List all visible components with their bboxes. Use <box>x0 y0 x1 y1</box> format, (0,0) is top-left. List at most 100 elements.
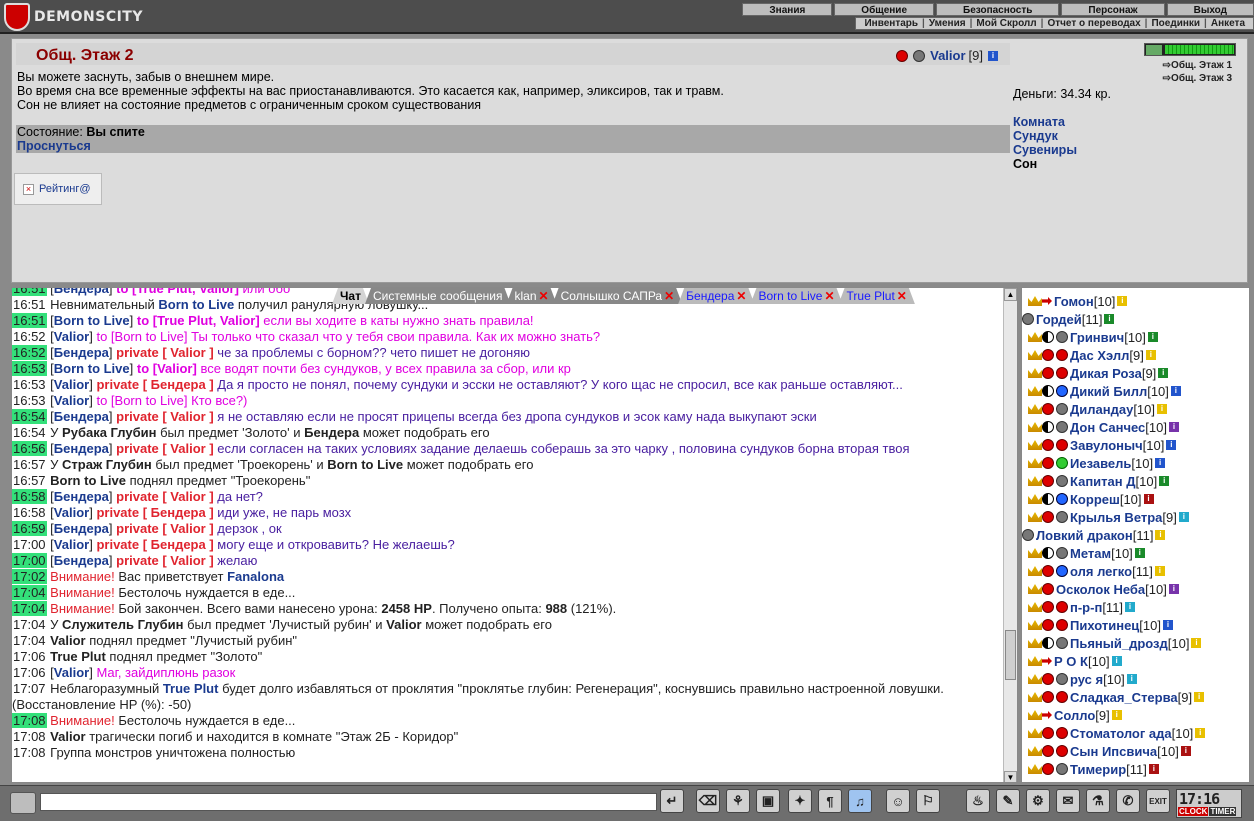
menu-item[interactable]: Выход <box>1166 3 1254 16</box>
info-icon[interactable]: i <box>1147 332 1158 342</box>
user-name[interactable]: Пьяный_дрозд <box>1070 636 1168 651</box>
chat-time[interactable]: 17:04 <box>12 617 47 632</box>
info-icon[interactable]: i <box>1178 512 1189 522</box>
user-row[interactable]: Гомон [10] i <box>1022 292 1249 310</box>
chat-time[interactable]: 17:07 <box>12 681 47 696</box>
info-icon[interactable]: i <box>1117 296 1128 306</box>
chat-tab[interactable]: Born to Live ✕ <box>750 288 842 304</box>
info-icon[interactable]: i <box>1154 566 1165 576</box>
current-user[interactable]: Valior [9] i <box>896 48 998 63</box>
user-row[interactable]: рус я [10] i <box>1022 670 1249 688</box>
info-icon[interactable]: i <box>1170 386 1181 396</box>
toolbar-button[interactable]: ↵ <box>660 789 684 813</box>
user-row[interactable]: Метам [10] i <box>1022 544 1249 562</box>
clock-label[interactable]: CLOCK <box>1178 807 1209 816</box>
toolbar-button[interactable]: ♫ <box>848 789 872 813</box>
user-name[interactable]: Капитан Д <box>1070 474 1136 489</box>
user-row[interactable]: Завулоныч [10] i <box>1022 436 1249 454</box>
chat-time[interactable]: 16:51 <box>12 297 47 312</box>
chat-time[interactable]: 17:00 <box>12 553 47 568</box>
chat-input[interactable] <box>40 793 657 811</box>
toolbar-button[interactable]: ☺ <box>886 789 910 813</box>
user-name[interactable]: рус я <box>1070 672 1103 687</box>
toolbar-button[interactable]: ⚐ <box>916 789 940 813</box>
info-icon[interactable]: i <box>1143 494 1154 504</box>
chat-time[interactable]: 16:51 <box>12 288 47 296</box>
user-name[interactable]: Дас Хэлл <box>1070 348 1129 363</box>
user-row[interactable]: Дикая Роза [9] i <box>1022 364 1249 382</box>
user-name[interactable]: Метам <box>1070 546 1111 561</box>
action-button[interactable]: ✉ <box>1056 789 1080 813</box>
scroll-down-icon[interactable]: ▼ <box>1004 771 1017 782</box>
user-row[interactable]: Стоматолог ада [10] i <box>1022 724 1249 742</box>
chat-time[interactable]: 17:04 <box>12 601 47 616</box>
chat-time[interactable]: 16:53 <box>12 361 47 376</box>
menu-item[interactable]: Знания <box>742 3 833 16</box>
chat-scrollbar[interactable]: ▲ ▼ <box>1003 288 1017 782</box>
close-icon[interactable]: ✕ <box>539 289 549 303</box>
user-name[interactable]: Осколок Неба <box>1056 582 1145 597</box>
chat-time[interactable]: 16:52 <box>12 345 47 360</box>
chat-tab[interactable]: Бендера ✕ <box>678 288 754 304</box>
info-icon[interactable]: i <box>1155 458 1166 468</box>
chat-time[interactable]: 16:52 <box>12 329 47 344</box>
user-name[interactable]: Тимерир <box>1070 762 1126 777</box>
info-icon[interactable]: i <box>1104 314 1115 324</box>
toolbar-button[interactable]: ⚘ <box>726 789 750 813</box>
info-icon[interactable]: i <box>1155 530 1166 540</box>
info-icon[interactable]: i <box>1195 728 1206 738</box>
close-icon[interactable]: ✕ <box>736 289 746 303</box>
chat-time[interactable]: 16:56 <box>12 441 47 456</box>
close-icon[interactable]: ✕ <box>897 289 907 303</box>
user-name[interactable]: Диландау <box>1070 402 1133 417</box>
user-row[interactable]: Диландау [10] i <box>1022 400 1249 418</box>
user-row[interactable]: Гордей [11] i <box>1022 310 1249 328</box>
user-name[interactable]: Сын Ипсвича <box>1070 744 1157 759</box>
action-button[interactable]: ⚗ <box>1086 789 1110 813</box>
avatar-button[interactable] <box>10 792 36 814</box>
user-row[interactable]: Корреш [10] i <box>1022 490 1249 508</box>
user-row[interactable]: Сын Ипсвича [10] i <box>1022 742 1249 760</box>
info-icon[interactable]: i <box>1148 764 1159 774</box>
user-name[interactable]: Стоматолог ада <box>1070 726 1172 741</box>
info-icon[interactable]: i <box>1126 674 1137 684</box>
user-name[interactable]: оля легко <box>1070 564 1132 579</box>
chat-time[interactable]: 17:08 <box>12 729 47 744</box>
info-icon[interactable]: i <box>1168 584 1179 594</box>
submenu-item[interactable]: Мой Скролл <box>974 18 1038 29</box>
info-icon[interactable]: i <box>1162 620 1173 630</box>
user-name[interactable]: Дон Санчес <box>1070 420 1145 435</box>
action-button[interactable]: ✆ <box>1116 789 1140 813</box>
info-icon[interactable]: i <box>1157 404 1167 414</box>
rating-badge[interactable]: × Рейтинг@ <box>14 173 102 205</box>
user-name[interactable]: Гомон <box>1054 294 1094 309</box>
user-row[interactable]: Дас Хэлл [9] i <box>1022 346 1249 364</box>
chat-time[interactable]: 17:04 <box>12 633 47 648</box>
private-arrow-icon[interactable] <box>1042 297 1052 305</box>
wake-up-link[interactable]: Проснуться <box>16 139 1010 153</box>
chat-time[interactable]: 17:08 <box>12 745 47 760</box>
info-icon[interactable]: i <box>1111 656 1122 666</box>
submenu-item[interactable]: Анкета <box>1209 18 1247 29</box>
info-icon[interactable]: i <box>1134 548 1145 558</box>
info-icon[interactable]: i <box>1180 746 1191 756</box>
info-icon[interactable]: i <box>1145 350 1156 360</box>
chat-time[interactable]: 16:54 <box>12 409 47 424</box>
menu-item[interactable]: Общение <box>834 3 934 16</box>
close-icon[interactable]: ✕ <box>664 289 674 303</box>
toolbar-button[interactable]: ▣ <box>756 789 780 813</box>
scroll-up-icon[interactable]: ▲ <box>1004 288 1017 301</box>
user-row[interactable]: Дон Санчес [10] i <box>1022 418 1249 436</box>
timer-label[interactable]: TIMER <box>1209 807 1237 816</box>
action-button[interactable]: ♨ <box>966 789 990 813</box>
info-icon[interactable]: i <box>1159 476 1170 486</box>
chat-time[interactable]: 17:08 <box>12 713 47 728</box>
user-name[interactable]: Valior <box>930 48 965 63</box>
submenu-item[interactable]: Инвентарь <box>862 18 920 29</box>
info-icon[interactable]: i <box>1125 602 1136 612</box>
action-button[interactable]: ✎ <box>996 789 1020 813</box>
chat-time[interactable]: 16:54 <box>12 425 47 440</box>
user-row[interactable]: Капитан Д [10] i <box>1022 472 1249 490</box>
user-row[interactable]: Р О К [10] i <box>1022 652 1249 670</box>
toolbar-button[interactable]: ⌫ <box>696 789 720 813</box>
